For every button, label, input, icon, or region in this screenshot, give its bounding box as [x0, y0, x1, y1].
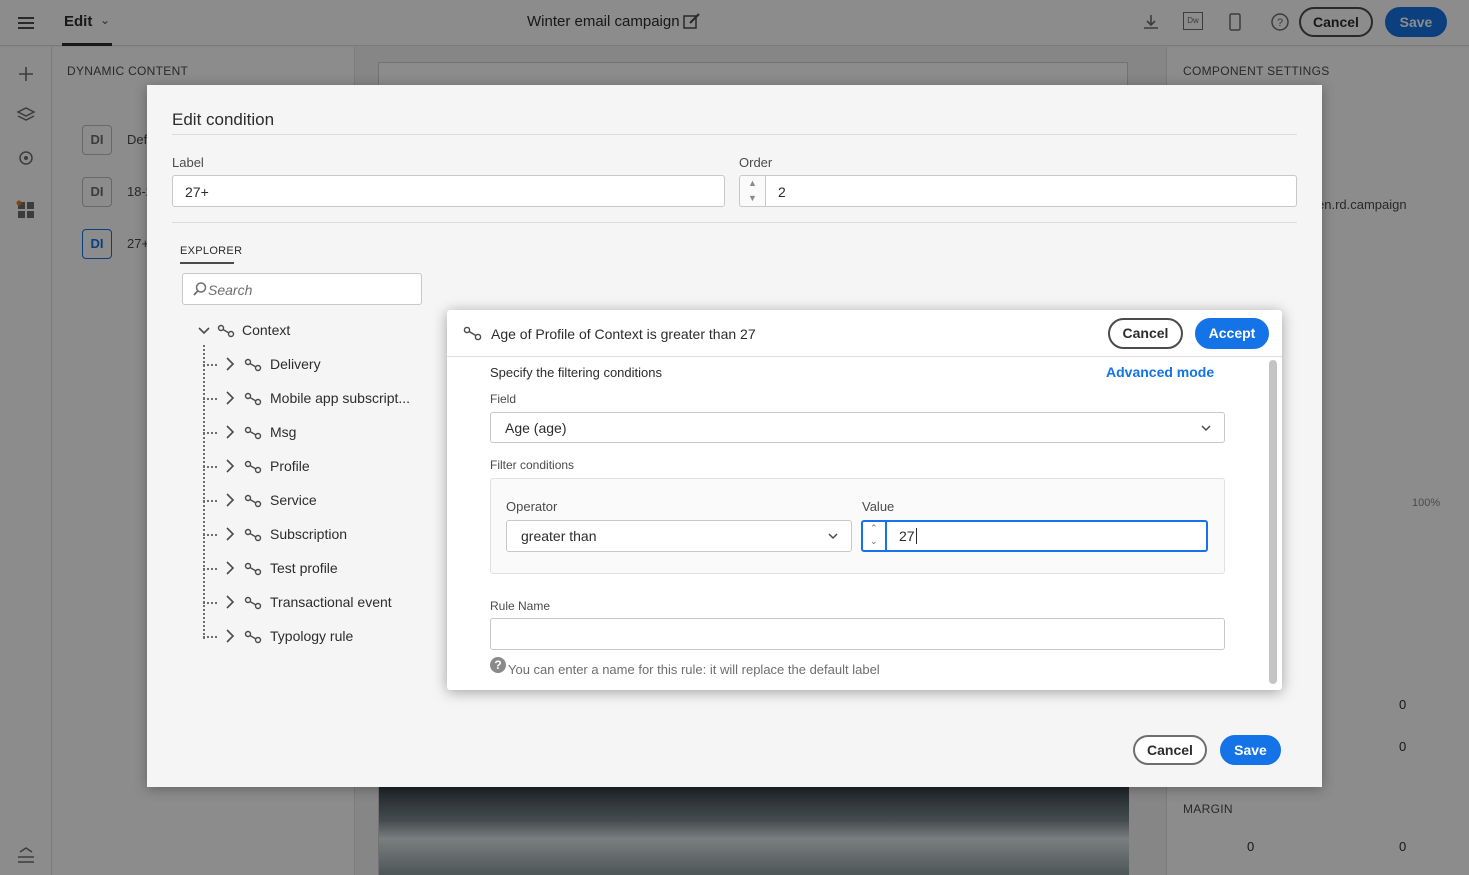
- tree-item-subscription[interactable]: Subscription: [203, 525, 463, 545]
- tree-item-transactional-event[interactable]: Transactional event: [203, 593, 463, 613]
- filter-condition-dialog: Age of Profile of Context is greater tha…: [447, 310, 1282, 690]
- search-input[interactable]: Search: [182, 273, 422, 305]
- explorer-tab-indicator: [180, 262, 234, 264]
- value-stepper[interactable]: ⌃ ⌄: [863, 522, 887, 550]
- link-icon: [244, 426, 262, 440]
- chevron-right-icon[interactable]: [223, 492, 237, 508]
- stepper-up-icon[interactable]: ⌃: [870, 523, 878, 534]
- divider: [172, 134, 1297, 135]
- order-stepper[interactable]: ▲ ▼: [739, 175, 765, 207]
- link-icon: [244, 358, 262, 372]
- tree-connector: [203, 466, 217, 468]
- tree-item-typology-rule[interactable]: Typology rule: [203, 627, 463, 647]
- tree-item-label: Transactional event: [270, 594, 392, 610]
- value-label: Value: [862, 499, 895, 514]
- advanced-mode-link[interactable]: Advanced mode: [1106, 364, 1214, 380]
- link-icon: [244, 562, 262, 576]
- link-icon: [244, 528, 262, 542]
- tree-item-label: Service: [270, 492, 317, 508]
- link-icon: [244, 460, 262, 474]
- filter-dialog-header: Age of Profile of Context is greater tha…: [447, 310, 1282, 357]
- dialog-title: Edit condition: [172, 110, 275, 129]
- tab-explorer[interactable]: EXPLORER: [180, 245, 242, 257]
- operator-select[interactable]: greater than: [506, 520, 852, 552]
- accept-button[interactable]: Accept: [1195, 318, 1269, 349]
- rule-name-label: Rule Name: [490, 599, 551, 613]
- chevron-right-icon[interactable]: [223, 560, 237, 576]
- link-icon: [244, 494, 262, 508]
- rule-name-hint: You can enter a name for this rule: it w…: [508, 662, 880, 677]
- tree-item-delivery[interactable]: Delivery: [203, 355, 463, 375]
- operator-select-value: greater than: [521, 528, 597, 544]
- field-select[interactable]: Age (age): [490, 412, 1225, 443]
- link-icon: [244, 596, 262, 610]
- tree-item-label: Subscription: [270, 526, 348, 542]
- tree-connector: [203, 602, 217, 604]
- chevron-right-icon[interactable]: [223, 628, 237, 644]
- value-input[interactable]: ⌃ ⌄ 27: [861, 520, 1208, 552]
- dialog-cancel-button[interactable]: Cancel: [1133, 735, 1207, 765]
- field-select-value: Age (age): [505, 420, 567, 436]
- chevron-right-icon[interactable]: [223, 458, 237, 474]
- tree-connector: [203, 500, 217, 502]
- stepper-up-icon[interactable]: ▲: [748, 178, 757, 188]
- label-input[interactable]: 27+: [172, 175, 725, 207]
- chevron-right-icon[interactable]: [223, 424, 237, 440]
- tree-item-label: Msg: [270, 424, 297, 440]
- rule-name-input[interactable]: [490, 618, 1225, 650]
- label-caption: Label: [172, 155, 204, 170]
- chevron-down-icon: [1201, 425, 1211, 432]
- specify-conditions-text: Specify the filtering conditions: [490, 365, 662, 380]
- tree-item-label: Profile: [270, 458, 310, 474]
- filter-cancel-button[interactable]: Cancel: [1108, 318, 1183, 349]
- tree-connector: [203, 432, 217, 434]
- help-icon: ?: [490, 657, 506, 673]
- chevron-right-icon[interactable]: [223, 390, 237, 406]
- search-icon: [193, 282, 207, 296]
- link-icon: [244, 392, 262, 406]
- tree-item-profile[interactable]: Profile: [203, 457, 463, 477]
- tree-item-msg[interactable]: Msg: [203, 423, 463, 443]
- dialog-save-button[interactable]: Save: [1220, 735, 1281, 765]
- tree-root-label: Context: [242, 322, 291, 338]
- tree-connector: [203, 398, 217, 400]
- stepper-down-icon[interactable]: ⌄: [870, 536, 878, 547]
- tree-item-test-profile[interactable]: Test profile: [203, 559, 463, 579]
- chevron-down-icon: [828, 533, 838, 540]
- tree-connector: [203, 534, 217, 536]
- chevron-right-icon[interactable]: [223, 594, 237, 610]
- link-icon: [217, 324, 235, 338]
- filter-dialog-title: Age of Profile of Context is greater tha…: [491, 326, 756, 342]
- divider: [172, 222, 1297, 223]
- tree-connector: [203, 364, 217, 366]
- order-input[interactable]: 2: [765, 175, 1297, 207]
- stepper-down-icon[interactable]: ▼: [748, 193, 757, 203]
- tree-item-label: Mobile app subscript...: [270, 390, 411, 406]
- text-caret: [915, 528, 917, 544]
- link-icon: [244, 630, 262, 644]
- filter-conditions-label: Filter conditions: [490, 458, 575, 472]
- field-label: Field: [490, 392, 517, 406]
- tree-item-label: Typology rule: [270, 628, 354, 644]
- chevron-down-icon[interactable]: [197, 324, 211, 338]
- tree-item-service[interactable]: Service: [203, 491, 463, 511]
- chevron-right-icon[interactable]: [223, 356, 237, 372]
- link-icon: [463, 326, 482, 341]
- tree-connector: [203, 568, 217, 570]
- search-placeholder: Search: [208, 282, 253, 298]
- order-caption: Order: [739, 155, 773, 170]
- value-text: 27: [899, 528, 915, 544]
- operator-label: Operator: [506, 499, 558, 514]
- chevron-right-icon[interactable]: [223, 526, 237, 542]
- tree-item-label: Delivery: [270, 356, 321, 372]
- tree-connector: [203, 636, 217, 638]
- tree-item-label: Test profile: [270, 560, 338, 576]
- scrollbar[interactable]: [1269, 360, 1277, 684]
- tree-item-mobile-app-subscription[interactable]: Mobile app subscript...: [203, 389, 463, 409]
